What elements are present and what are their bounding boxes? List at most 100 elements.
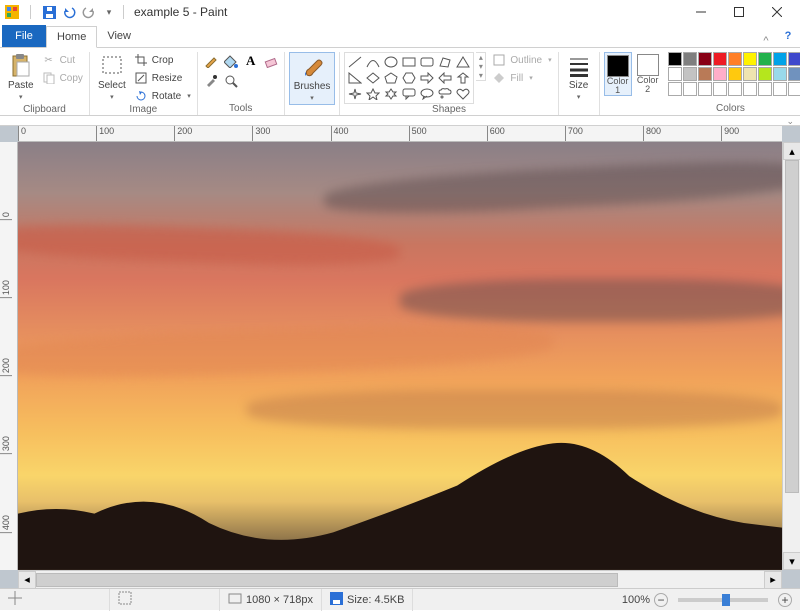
palette-color[interactable] bbox=[698, 82, 712, 96]
palette-color[interactable] bbox=[713, 67, 727, 81]
shape-fill-button[interactable]: Fill▾ bbox=[490, 70, 553, 86]
fill-tool[interactable] bbox=[222, 52, 240, 70]
up-arrow-shape[interactable] bbox=[455, 71, 471, 85]
palette-color[interactable] bbox=[788, 52, 800, 66]
text-tool[interactable]: A bbox=[242, 52, 260, 70]
palette-color[interactable] bbox=[698, 52, 712, 66]
zoom-in-button[interactable]: + bbox=[778, 593, 792, 607]
callout-cloud-shape[interactable] bbox=[437, 87, 453, 101]
palette-color[interactable] bbox=[683, 67, 697, 81]
shape-outline-button[interactable]: Outline▾ bbox=[490, 52, 553, 68]
hexagon-shape[interactable] bbox=[401, 71, 417, 85]
redo-icon[interactable] bbox=[81, 4, 97, 20]
size-button[interactable]: Size ▾ bbox=[563, 52, 595, 103]
line-shape[interactable] bbox=[347, 55, 363, 69]
cut-button[interactable]: ✂Cut bbox=[40, 52, 85, 68]
maximize-button[interactable] bbox=[720, 0, 758, 24]
oval-shape[interactable] bbox=[383, 55, 399, 69]
palette-color[interactable] bbox=[728, 67, 742, 81]
palette-color[interactable] bbox=[683, 52, 697, 66]
home-tab[interactable]: Home bbox=[46, 26, 97, 48]
palette-color[interactable] bbox=[698, 67, 712, 81]
palette-color[interactable] bbox=[758, 52, 772, 66]
palette-color[interactable] bbox=[788, 67, 800, 81]
color1-button[interactable]: Color 1 bbox=[604, 52, 632, 96]
palette-color[interactable] bbox=[743, 82, 757, 96]
shapes-expand[interactable]: ▾ bbox=[476, 71, 485, 80]
zoom-slider[interactable] bbox=[678, 598, 768, 602]
color-palette-row1[interactable] bbox=[668, 52, 800, 66]
colors-group-label: Colors bbox=[716, 102, 745, 115]
select-button[interactable]: Select ▾ bbox=[94, 52, 130, 103]
palette-color[interactable] bbox=[683, 82, 697, 96]
palette-color[interactable] bbox=[668, 82, 682, 96]
color-palette-row3[interactable] bbox=[668, 82, 800, 96]
minimize-button[interactable] bbox=[682, 0, 720, 24]
star4-shape[interactable] bbox=[347, 87, 363, 101]
polygon-shape[interactable] bbox=[437, 55, 453, 69]
palette-color[interactable] bbox=[758, 67, 772, 81]
callout-shape[interactable] bbox=[401, 87, 417, 101]
left-arrow-shape[interactable] bbox=[437, 71, 453, 85]
rounded-rectangle-shape[interactable] bbox=[419, 55, 435, 69]
crop-button[interactable]: Crop bbox=[132, 52, 193, 68]
close-button[interactable] bbox=[758, 0, 796, 24]
scroll-up-icon[interactable]: ▴ bbox=[783, 142, 800, 160]
callout-oval-shape[interactable] bbox=[419, 87, 435, 101]
paste-button[interactable]: Paste ▾ bbox=[4, 52, 38, 103]
color-palette-row2[interactable] bbox=[668, 67, 800, 81]
qat-customize-icon[interactable]: ▾ bbox=[101, 4, 117, 20]
heart-shape[interactable] bbox=[455, 87, 471, 101]
diamond-shape[interactable] bbox=[365, 71, 381, 85]
pentagon-shape[interactable] bbox=[383, 71, 399, 85]
palette-color[interactable] bbox=[728, 52, 742, 66]
file-tab[interactable]: File bbox=[2, 25, 46, 47]
palette-color[interactable] bbox=[728, 82, 742, 96]
palette-color[interactable] bbox=[668, 52, 682, 66]
rectangle-shape[interactable] bbox=[401, 55, 417, 69]
palette-color[interactable] bbox=[713, 82, 727, 96]
rotate-button[interactable]: Rotate▾ bbox=[132, 88, 193, 104]
palette-color[interactable] bbox=[713, 52, 727, 66]
palette-color[interactable] bbox=[668, 67, 682, 81]
scroll-right-icon[interactable]: ▸ bbox=[764, 571, 782, 589]
palette-color[interactable] bbox=[758, 82, 772, 96]
shapes-scroll-up[interactable]: ▴ bbox=[476, 53, 485, 62]
magnifier-tool[interactable] bbox=[222, 72, 240, 90]
save-icon[interactable] bbox=[41, 4, 57, 20]
zoom-out-button[interactable]: − bbox=[654, 593, 668, 607]
shapes-scroll-down[interactable]: ▾ bbox=[476, 62, 485, 71]
ribbon-collapse-icon[interactable]: ⌄ bbox=[786, 116, 794, 125]
right-arrow-shape[interactable] bbox=[419, 71, 435, 85]
shapes-gallery[interactable] bbox=[345, 53, 473, 103]
horizontal-scrollbar[interactable]: ◂ ▸ bbox=[18, 570, 782, 588]
pencil-tool[interactable] bbox=[202, 52, 220, 70]
palette-color[interactable] bbox=[743, 67, 757, 81]
star6-shape[interactable] bbox=[383, 87, 399, 101]
scroll-left-icon[interactable]: ◂ bbox=[18, 571, 36, 589]
scroll-thumb-h[interactable] bbox=[36, 573, 618, 587]
scroll-thumb-v[interactable] bbox=[785, 160, 799, 493]
canvas[interactable] bbox=[18, 142, 782, 570]
copy-button[interactable]: Copy bbox=[40, 70, 85, 86]
resize-button[interactable]: Resize bbox=[132, 70, 193, 86]
help-icon[interactable]: ? bbox=[776, 25, 800, 47]
palette-color[interactable] bbox=[773, 52, 787, 66]
palette-color[interactable] bbox=[743, 52, 757, 66]
triangle-shape[interactable] bbox=[455, 55, 471, 69]
palette-color[interactable] bbox=[788, 82, 800, 96]
right-triangle-shape[interactable] bbox=[347, 71, 363, 85]
view-tab[interactable]: View bbox=[97, 25, 141, 47]
scroll-down-icon[interactable]: ▾ bbox=[783, 552, 800, 570]
palette-color[interactable] bbox=[773, 67, 787, 81]
curve-shape[interactable] bbox=[365, 55, 381, 69]
brushes-button[interactable]: Brushes ▾ bbox=[289, 52, 336, 105]
eraser-tool[interactable] bbox=[262, 52, 280, 70]
palette-color[interactable] bbox=[773, 82, 787, 96]
undo-icon[interactable] bbox=[61, 4, 77, 20]
vertical-scrollbar[interactable]: ▴ ▾ bbox=[782, 142, 800, 570]
ribbon-minimize-icon[interactable]: ^ bbox=[756, 35, 776, 47]
star5-shape[interactable] bbox=[365, 87, 381, 101]
color2-button[interactable]: Color 2 bbox=[634, 52, 662, 94]
color-picker-tool[interactable] bbox=[202, 72, 220, 90]
